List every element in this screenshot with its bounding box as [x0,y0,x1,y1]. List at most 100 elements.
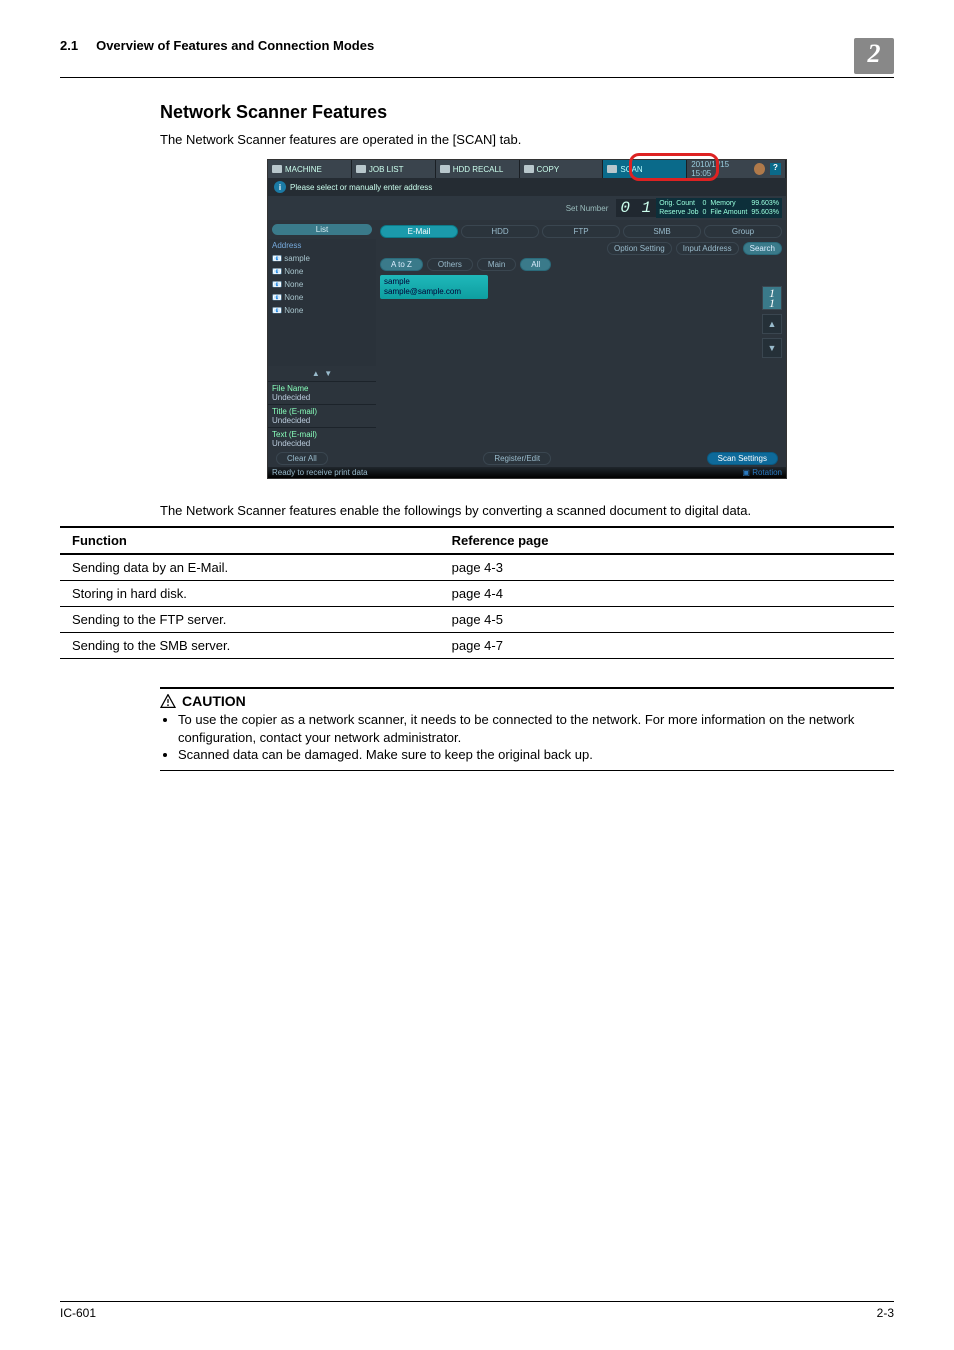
cell-ref: page 4-3 [444,554,894,581]
footer-left: IC-601 [60,1306,96,1320]
scanner-screenshot: MACHINE JOB LIST HDD RECALL COPY [267,159,787,479]
set-number-row: Set Number 0 1 Orig. Count 0 Memory 99.6… [268,196,786,220]
page-indicator: 1 1 [762,286,782,310]
dest-tab-smb[interactable]: SMB [623,225,701,238]
text-value: Undecided [272,439,372,448]
cell-ref: page 4-7 [444,633,894,659]
machine-icon [272,165,282,173]
main-area: List Address 📧 sample 📧 None 📧 None 📧 No… [268,220,786,450]
tab-label: COPY [537,165,560,174]
file-name-label: File Name [272,384,372,393]
list-button[interactable]: List [272,224,372,235]
list-item[interactable]: 📧 sample [272,252,372,265]
table-row: Sending to the FTP server. page 4-5 [60,607,894,633]
filter-main[interactable]: Main [477,258,516,271]
prompt-bar: i Please select or manually enter addres… [268,178,786,196]
dest-tab-hdd[interactable]: HDD [461,225,539,238]
search-button[interactable]: Search [743,242,782,255]
rotation-indicator: ▣ Rotation [742,468,782,477]
tab-job-list[interactable]: JOB LIST [352,160,436,178]
list-icon [356,165,366,173]
entry-name: sample [384,277,484,287]
caution-box: CAUTION To use the copier as a network s… [160,687,894,771]
file-amount-val: 95.603% [751,208,779,217]
reserve-label: Reserve Job [659,208,698,217]
caution-item: To use the copier as a network scanner, … [178,711,894,746]
running-header: 2.1 Overview of Features and Connection … [60,38,894,78]
sidebar-scroll[interactable]: ▲ ▼ [268,366,376,381]
scan-settings-button[interactable]: Scan Settings [707,452,778,465]
input-address-button[interactable]: Input Address [676,242,739,255]
register-edit-button[interactable]: Register/Edit [483,452,551,465]
table-row: Sending to the SMB server. page 4-7 [60,633,894,659]
tab-copy[interactable]: COPY [520,160,604,178]
cell-ref: page 4-4 [444,581,894,607]
reserve-val: 0 [702,208,706,217]
scan-icon [607,165,617,173]
filter-row: A to Z Others Main All [380,258,782,271]
filter-atoz[interactable]: A to Z [380,258,423,271]
set-number-value: 0 1 [616,199,656,217]
address-heading: Address [272,239,372,252]
tab-label: MACHINE [285,165,322,174]
page-title: Network Scanner Features [160,102,894,123]
timestamp: 2010/1 /15 15:05 [691,160,747,178]
status-dot-icon [754,163,765,175]
tab-scan[interactable]: SCAN [603,160,687,178]
list-item[interactable]: 📧 None [272,291,372,304]
tab-label: JOB LIST [369,165,404,174]
section-name: Overview of Features and Connection Mode… [96,38,374,53]
status-text: Ready to receive print data [272,468,368,477]
dest-tab-ftp[interactable]: FTP [542,225,620,238]
title-label: Title (E-mail) [272,407,372,416]
entry-address: sample@sample.com [384,287,484,297]
help-icon[interactable]: ? [770,163,781,175]
list-item[interactable]: 📧 None [272,278,372,291]
cell-function: Storing in hard disk. [60,581,444,607]
scroll-up-icon[interactable]: ▲ [762,314,782,334]
address-entry[interactable]: sample sample@sample.com [380,275,488,299]
text-label: Text (E-mail) [272,430,372,439]
dest-tab-group[interactable]: Group [704,225,782,238]
hdd-icon [440,165,450,173]
entry-scroll: 1 1 ▲ ▼ [762,286,782,358]
title-field[interactable]: Title (E-mail) Undecided [268,404,376,427]
address-sidebar: List Address 📧 sample 📧 None 📧 None 📧 No… [268,220,376,450]
cell-function: Sending to the FTP server. [60,607,444,633]
memory-label: Memory [710,199,747,208]
file-name-field[interactable]: File Name Undecided [268,381,376,404]
destination-panel: E-Mail HDD FTP SMB Group Option Setting … [376,220,786,450]
chapter-badge: 2 [854,38,894,74]
footer-right: 2-3 [877,1306,894,1320]
filter-all[interactable]: All [520,258,551,271]
file-amount-label: File Amount [710,208,747,217]
orig-count-val: 0 [702,199,706,208]
option-setting-button[interactable]: Option Setting [607,242,672,255]
destination-tabs: E-Mail HDD FTP SMB Group [380,225,782,238]
bottom-action-bar: Clear All Register/Edit Scan Settings [268,450,786,467]
function-intro: The Network Scanner features enable the … [160,503,894,518]
page-footer: IC-601 2-3 [60,1301,894,1320]
cell-function: Sending to the SMB server. [60,633,444,659]
top-tab-bar: MACHINE JOB LIST HDD RECALL COPY [268,160,786,178]
cell-ref: page 4-5 [444,607,894,633]
caution-item: Scanned data can be damaged. Make sure t… [178,746,894,764]
caution-heading: CAUTION [182,693,246,709]
file-name-value: Undecided [272,393,372,402]
tab-hdd-recall[interactable]: HDD RECALL [436,160,520,178]
memory-val: 99.603% [751,199,779,208]
orig-count-label: Orig. Count [659,199,698,208]
warning-icon [160,694,176,708]
prompt-text: Please select or manually enter address [290,183,432,192]
scroll-down-icon[interactable]: ▼ [762,338,782,358]
tab-label: SCAN [620,165,642,174]
list-item[interactable]: 📧 None [272,304,372,317]
text-field[interactable]: Text (E-mail) Undecided [268,427,376,450]
address-list: Address 📧 sample 📧 None 📧 None 📧 None 📧 … [268,239,376,366]
dest-tab-email[interactable]: E-Mail [380,225,458,238]
filter-others[interactable]: Others [427,258,473,271]
tab-machine[interactable]: MACHINE [268,160,352,178]
list-item[interactable]: 📧 None [272,265,372,278]
clear-all-button[interactable]: Clear All [276,452,328,465]
intro-text: The Network Scanner features are operate… [160,131,894,149]
